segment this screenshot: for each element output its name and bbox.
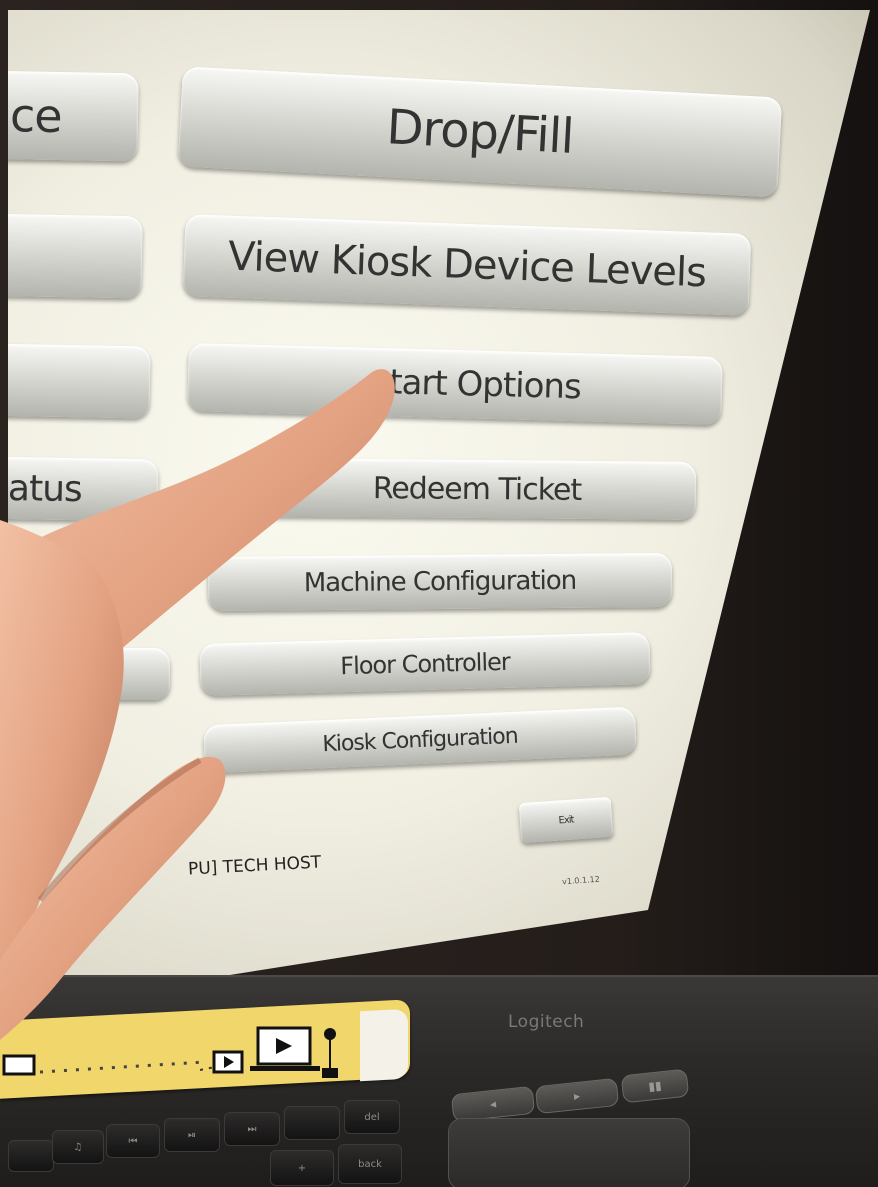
key-plus[interactable]: + [270,1150,334,1186]
kiosk-configuration-label: Kiosk Configuration [321,723,519,757]
key-back-label: back [358,1158,382,1170]
left-button-1[interactable]: ce [8,70,139,162]
key-1[interactable] [8,1140,54,1172]
left-button-2[interactable] [8,213,143,299]
floor-controller-button[interactable]: Floor Controller [199,632,651,696]
key-plus-label: + [297,1162,307,1174]
left-button-3[interactable] [8,343,151,419]
redeem-ticket-label: Redeem Ticket [372,470,582,508]
key-blank[interactable] [284,1106,340,1140]
exit-label: Exit [558,813,574,827]
key-music[interactable]: ♫ [52,1130,104,1164]
key-prev[interactable]: ⏮ [106,1124,160,1158]
key-back[interactable]: back [338,1144,402,1184]
brand-label: Logitech [508,1012,585,1032]
key-next-label: ⏭ [247,1123,257,1135]
touchpad[interactable] [448,1118,690,1187]
keyboard-label-tab [360,1008,408,1082]
version-label: v1.0.1.12 [561,874,601,887]
key-prev-label: ⏮ [128,1135,138,1147]
floor-controller-label: Floor Controller [339,647,511,681]
kiosk-configuration-button[interactable]: Kiosk Configuration [203,706,637,774]
drop-fill-label: Drop/Fill [385,99,575,165]
left-button-5[interactable] [8,555,160,610]
view-kiosk-device-levels-label: View Kiosk Device Levels [227,233,707,297]
left-button-4-label: atus [8,467,83,510]
key-play-label: ⏯ [188,1129,196,1141]
monitor-play-icon [200,1026,338,1078]
key-del[interactable]: del [344,1100,400,1134]
redeem-ticket-button[interactable]: Redeem Ticket [257,458,697,520]
photo-scene: ce atus Drop/Fill View Kiosk Device Leve… [0,0,878,1187]
key-play[interactable]: ⏯ [164,1118,220,1152]
key-next[interactable]: ⏭ [224,1112,280,1146]
view-kiosk-device-levels-button[interactable]: View Kiosk Device Levels [182,214,752,316]
machine-configuration-button[interactable]: Machine Configuration [207,552,673,612]
dotted-connection-icon [2,1054,206,1076]
drop-fill-button[interactable]: Drop/Fill [177,66,783,198]
exit-button[interactable]: Exit [518,796,614,844]
left-button-6[interactable] [8,648,170,700]
start-options-label: tart Options [388,362,582,408]
left-button-4[interactable]: atus [8,456,159,522]
machine-configuration-label: Machine Configuration [303,565,577,599]
key-del-label: del [364,1111,380,1123]
key-music-label: ♫ [73,1141,83,1153]
host-label: PU] TECH HOST [187,852,322,880]
start-options-button[interactable]: tart Options [187,343,723,425]
left-button-1-label: ce [9,88,63,144]
